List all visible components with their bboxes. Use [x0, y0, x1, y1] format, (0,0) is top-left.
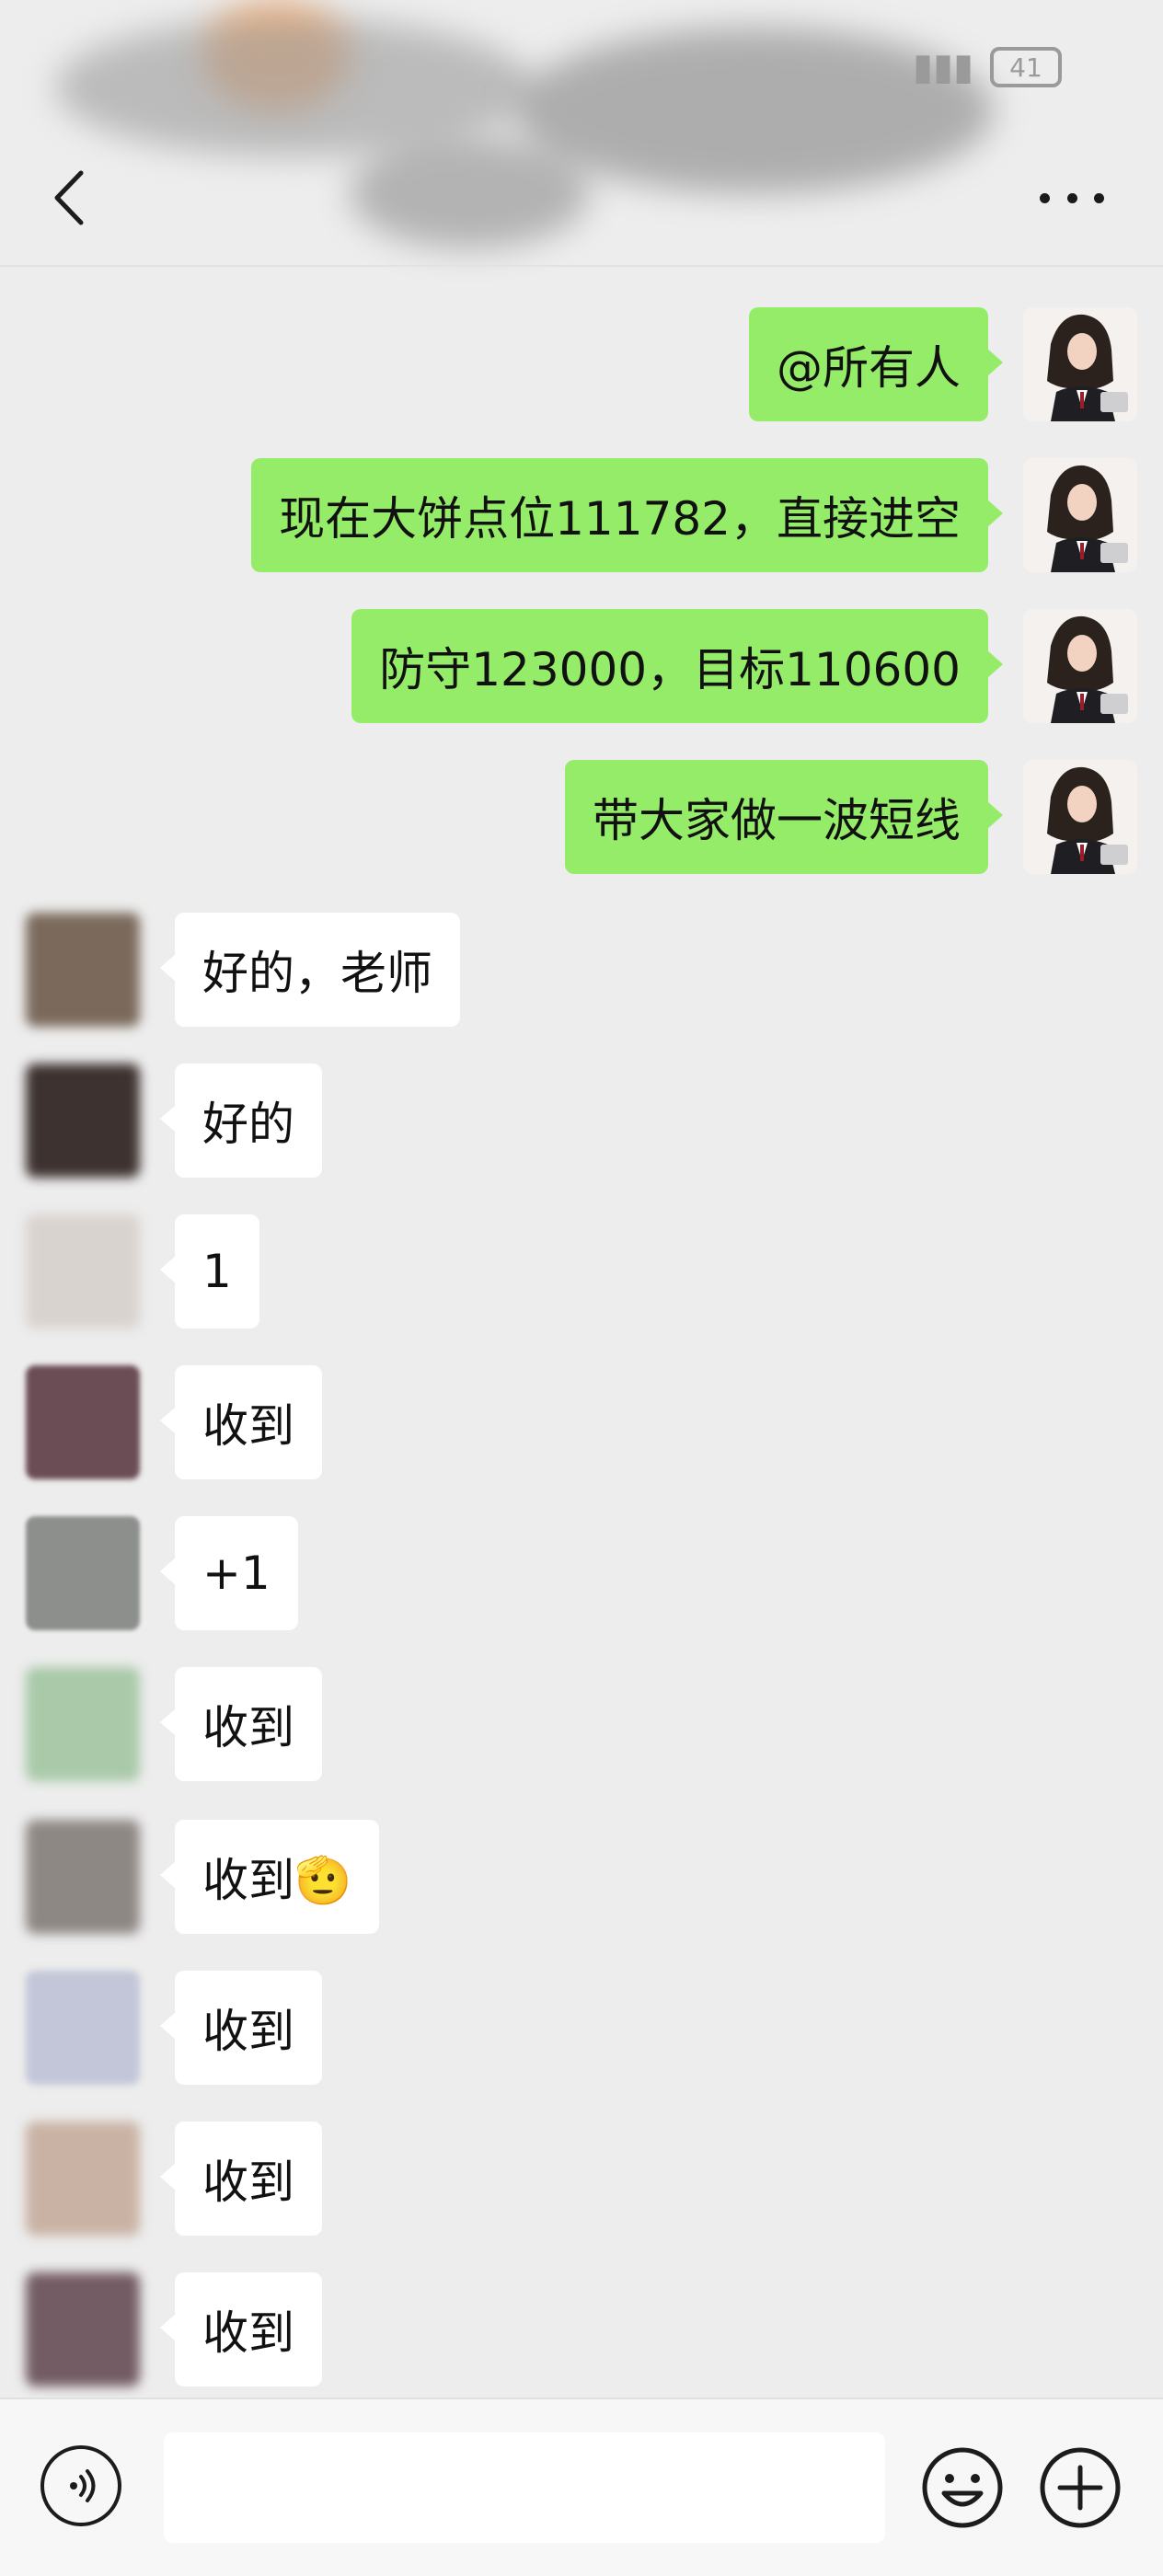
avatar-image: [1023, 307, 1137, 421]
emoji-button[interactable]: [920, 2445, 1005, 2530]
avatar[interactable]: [26, 913, 140, 1027]
avatar[interactable]: [26, 1820, 140, 1934]
battery-level: 41: [1009, 52, 1042, 83]
message-row: @所有人: [0, 307, 1163, 421]
message-bubble-incoming[interactable]: 收到: [160, 2272, 322, 2386]
message-bubble-outgoing[interactable]: @所有人: [749, 307, 1003, 421]
message-bubble-incoming[interactable]: 收到: [160, 1667, 322, 1781]
avatar-image: [1023, 609, 1137, 723]
avatar[interactable]: [1023, 609, 1137, 723]
chat-screen: ▮▮▮ 41 @所有人 现在大饼点位111782，直接进空 防守123000，目…: [0, 0, 1163, 2576]
avatar[interactable]: [26, 1365, 140, 1479]
avatar-image: [1023, 760, 1137, 874]
back-button[interactable]: [44, 166, 99, 230]
message-row: 收到: [0, 1365, 1163, 1479]
status-bar: ▮▮▮ 41: [0, 0, 1163, 138]
more-dots-icon: [1040, 192, 1050, 203]
message-row: 好的: [0, 1064, 1163, 1178]
message-bubble-outgoing[interactable]: 现在大饼点位111782，直接进空: [251, 458, 1003, 572]
chevron-left-icon: [54, 170, 84, 225]
more-dots-icon: [1066, 192, 1077, 203]
message-bubble-incoming[interactable]: 好的: [160, 1064, 322, 1178]
message-row: 收到: [0, 2272, 1163, 2386]
message-input[interactable]: [164, 2432, 885, 2543]
signal-icon: ▮▮▮: [912, 46, 973, 88]
avatar[interactable]: [1023, 307, 1137, 421]
avatar[interactable]: [26, 1516, 140, 1630]
message-row: 收到: [0, 1971, 1163, 2085]
message-bubble-incoming[interactable]: 好的，老师: [160, 913, 460, 1027]
message-row: 好的，老师: [0, 913, 1163, 1027]
message-bubble-outgoing[interactable]: 带大家做一波短线: [565, 760, 1003, 874]
voice-button[interactable]: [40, 2445, 121, 2526]
message-row: 收到🫡: [0, 1820, 1163, 1934]
message-row: 防守123000，目标110600: [0, 609, 1163, 723]
message-row: 现在大饼点位111782，直接进空: [0, 458, 1163, 572]
plus-icon: [1040, 2447, 1121, 2528]
battery-icon: 41: [990, 47, 1062, 87]
more-actions-button[interactable]: [1038, 2445, 1123, 2530]
message-row: 带大家做一波短线: [0, 760, 1163, 874]
status-icons: ▮▮▮ 41: [913, 46, 1062, 88]
more-dots-icon: [1094, 192, 1104, 203]
message-row: 1: [0, 1214, 1163, 1328]
avatar[interactable]: [26, 2122, 140, 2236]
message-bubble-outgoing[interactable]: 防守123000，目标110600: [351, 609, 1003, 723]
message-bubble-incoming[interactable]: +1: [160, 1516, 298, 1630]
avatar[interactable]: [26, 1971, 140, 2085]
message-bubble-incoming[interactable]: 收到: [160, 2122, 322, 2236]
avatar[interactable]: [26, 1214, 140, 1328]
avatar[interactable]: [26, 2272, 140, 2386]
nav-bar: [0, 138, 1163, 267]
message-bubble-incoming[interactable]: 收到: [160, 1971, 322, 2085]
avatar[interactable]: [26, 1064, 140, 1178]
message-row: 收到: [0, 2122, 1163, 2236]
avatar-image: [1023, 458, 1137, 572]
message-bubble-incoming[interactable]: 1: [160, 1214, 259, 1328]
message-row: +1: [0, 1516, 1163, 1630]
avatar[interactable]: [1023, 458, 1137, 572]
more-button[interactable]: [1040, 184, 1104, 212]
message-row: 收到: [0, 1667, 1163, 1781]
input-bar: [0, 2398, 1163, 2576]
avatar[interactable]: [1023, 760, 1137, 874]
message-bubble-incoming[interactable]: 收到🫡: [159, 1820, 380, 1934]
message-bubble-incoming[interactable]: 收到: [160, 1365, 322, 1479]
voice-icon: [70, 2469, 96, 2502]
emoji-icon: [922, 2447, 1003, 2528]
avatar[interactable]: [26, 1667, 140, 1781]
